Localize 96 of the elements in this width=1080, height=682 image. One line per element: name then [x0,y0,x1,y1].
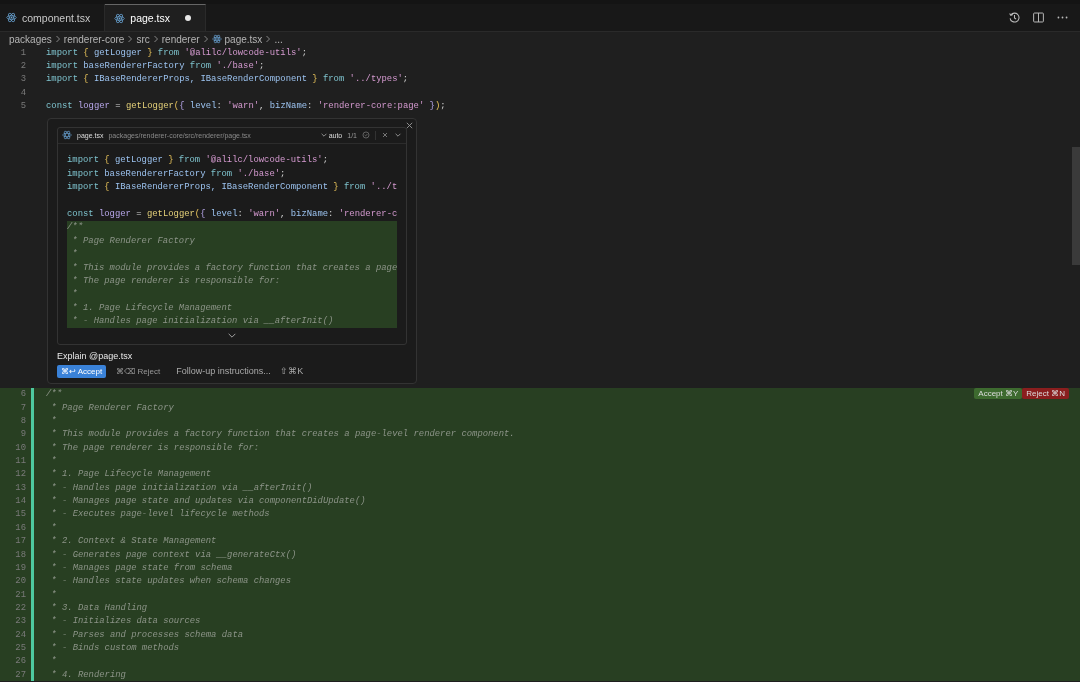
line-number: 26 [14,656,26,667]
chevron-right-icon [54,35,61,43]
code-line: * [50,589,57,600]
line-number: 13 [14,482,26,493]
line-number: 22 [14,602,26,613]
code-line: * 1. Page Lifecycle Management [71,302,233,313]
code-line: * 2. Context & State Management [50,536,217,547]
code-line: import { getLogger } from '@alilc/lowcode-utils'; [67,155,328,166]
line-number: 12 [14,469,26,480]
reject-button[interactable]: Reject ⌘N [1022,387,1069,399]
line-number: 6 [19,389,26,400]
line-number: 14 [14,496,26,507]
code-line: * - Handles page initialization via __afterInit() [50,482,313,493]
code-line: * - Executes page-level lifecycle methods [50,509,270,520]
line-number: 25 [14,642,26,653]
line-number: 4 [19,87,26,98]
prompt-text: Explain @page.tsx [57,350,134,361]
code-line: const logger = getLogger({ level: 'warn', bizName: 'renderer-c [67,208,397,219]
line-number: 5 [19,101,26,112]
code-line: * [50,416,57,427]
code-line: * Page Renderer Factory [71,235,195,246]
code-line: * [50,656,57,667]
line-number: 20 [14,576,26,587]
chevron-right-icon [202,35,209,43]
scrollbar-thumb[interactable] [1072,147,1080,265]
breadcrumb-item[interactable]: src [136,33,150,45]
breadcrumb-item[interactable]: renderer-core [63,33,125,45]
line-number: 16 [14,522,26,533]
code-line: * - Manages page state from schema [50,562,233,573]
code-line: * Page Renderer Factory [50,402,174,413]
line-number: 15 [14,509,26,520]
chevron-down-icon[interactable] [227,331,237,339]
code-line: * - Handles page initialization via __afterInit() [71,316,334,327]
shortcut-hint: ⇧⌘K [280,366,304,377]
atom-icon [211,34,222,44]
line-number: 8 [19,416,26,427]
code-line: import baseRendererFactory from './base'; [46,61,265,71]
close-icon[interactable] [381,131,389,140]
chevron-right-icon [127,35,134,43]
code-line: * - Parses and processes schema data [50,629,244,640]
breadcrumb-item[interactable]: renderer [161,33,200,45]
code-line: * - Generates page context via __generateCtx() [50,549,297,560]
chevron-right-icon [265,35,272,43]
breadcrumb-item[interactable]: page.tsx [224,33,263,45]
code-line: import baseRendererFactory from './base'; [67,168,286,179]
line-number: 3 [19,74,26,85]
line-number: 24 [14,629,26,640]
editor-tab[interactable]: page.tsx [105,4,206,31]
line-number: 23 [14,616,26,627]
code-line: import { IBaseRendererProps, IBaseRenderComponent } from '../types'; [46,74,409,85]
accept-button[interactable]: Accept ⌘Y [974,387,1023,399]
close-icon[interactable] [405,120,414,130]
line-number: 1 [19,47,26,58]
chevron-down-icon[interactable] [394,131,402,140]
code-line: * This module provides a factory function that creates a page [71,262,397,273]
code-line: * [71,249,78,260]
line-number: 2 [19,61,26,71]
line-number: 21 [14,589,26,600]
code-line: * 4. Rendering [50,669,126,680]
code-line: * [50,522,57,533]
line-number: 19 [14,562,26,573]
line-number: 18 [14,549,26,560]
code-line: * The page renderer is responsible for: [50,442,260,453]
code-line: * This module provides a factory function that creates a page-level renderer component. [50,429,515,440]
breadcrumb-item[interactable]: ... [274,33,283,45]
code-line: * [50,456,57,467]
reject-button[interactable]: ⌘⌫ Reject [114,364,163,378]
code-line: import { IBaseRendererProps, IBaseRenderComponent } from '../t [67,182,397,193]
history-icon[interactable] [1008,11,1021,24]
code-line: * 3. Data Handling [50,602,148,613]
code-line: /** [46,389,62,400]
code-line: const logger = getLogger({ level: 'warn', bizName: 'renderer-core:page' }); [46,101,446,112]
line-number: 27 [14,669,26,680]
code-line: /** [67,222,83,233]
line-number: 11 [14,456,26,467]
accept-button[interactable]: ⌘↩ Accept [57,364,107,378]
line-number: 17 [14,536,26,547]
code-line: * The page renderer is responsible for: [71,275,281,286]
line-number: 10 [14,442,26,453]
code-line: * - Binds custom methods [50,642,180,653]
follow-up-field[interactable]: Follow-up instructions... [176,366,281,377]
atom-icon [6,12,17,23]
code-line: * - Manages page state and updates via componentDidUpdate() [50,496,366,507]
code-line: import { getLogger } from '@alilc/lowcode-utils'; [46,47,307,58]
code-line: * 1. Page Lifecycle Management [50,469,212,480]
split-editor-icon[interactable] [1032,11,1045,24]
line-number: 9 [19,429,26,440]
breadcrumb-item[interactable]: packages [9,33,52,45]
chevron-down-icon[interactable] [319,131,328,140]
check-circle-icon[interactable] [362,131,370,140]
code-line: * - Initializes data sources [50,616,201,627]
chevron-right-icon [152,35,159,43]
code-line: * [71,289,78,300]
code-line: * - Handles state updates when schema changes [50,576,291,587]
atom-icon [114,12,126,24]
line-number: 7 [19,402,26,413]
